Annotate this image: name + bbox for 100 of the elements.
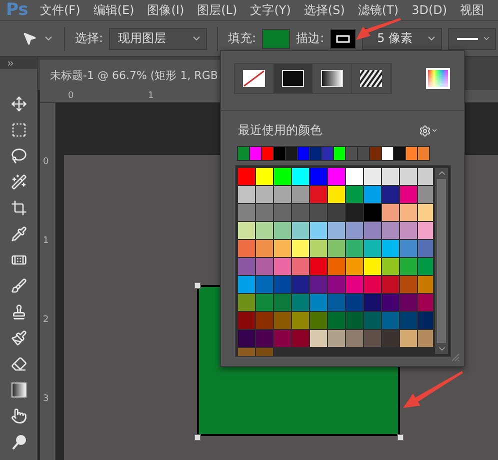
recent-color-swatch[interactable] xyxy=(310,147,321,160)
color-swatch[interactable] xyxy=(346,204,363,221)
color-swatch[interactable] xyxy=(256,312,273,329)
resize-grip-icon[interactable] xyxy=(451,353,460,362)
menu-item[interactable]: 文字(Y) xyxy=(250,2,291,18)
color-swatch[interactable] xyxy=(382,168,399,185)
menu-item[interactable]: 编辑(E) xyxy=(93,2,134,18)
stroke-swatch[interactable] xyxy=(330,28,356,48)
menu-item[interactable]: 文件(F) xyxy=(40,2,80,18)
color-swatch[interactable] xyxy=(274,240,291,257)
menu-item[interactable]: 视图 xyxy=(460,2,484,18)
color-swatch[interactable] xyxy=(238,258,255,275)
expand-icon[interactable] xyxy=(6,58,15,68)
color-swatch[interactable] xyxy=(382,222,399,239)
color-swatch[interactable] xyxy=(400,240,417,257)
stroke-width-dropdown[interactable]: 5 像素 xyxy=(362,28,442,50)
recent-color-swatch[interactable] xyxy=(262,147,273,160)
menu-item[interactable]: 图像(I) xyxy=(147,2,184,18)
recent-color-swatch[interactable] xyxy=(394,147,405,160)
color-swatch[interactable] xyxy=(238,294,255,311)
color-swatch[interactable] xyxy=(400,294,417,311)
color-swatch[interactable] xyxy=(418,204,434,221)
color-swatch[interactable] xyxy=(328,258,345,275)
color-swatch[interactable] xyxy=(238,186,255,203)
color-swatch[interactable] xyxy=(256,294,273,311)
color-swatch[interactable] xyxy=(364,294,381,311)
recent-color-swatch[interactable] xyxy=(382,147,393,160)
recent-color-swatch[interactable] xyxy=(358,147,369,160)
color-swatch[interactable] xyxy=(328,186,345,203)
color-swatch[interactable] xyxy=(400,186,417,203)
color-picker-button[interactable] xyxy=(426,68,450,89)
color-swatch[interactable] xyxy=(364,204,381,221)
fill-type-button[interactable] xyxy=(235,64,274,93)
color-swatch[interactable] xyxy=(346,312,363,329)
color-swatch[interactable] xyxy=(292,240,309,257)
color-swatch[interactable] xyxy=(256,258,273,275)
color-swatch[interactable] xyxy=(328,330,345,347)
color-swatch[interactable] xyxy=(328,240,345,257)
color-swatch[interactable] xyxy=(256,222,273,239)
recent-color-swatch[interactable] xyxy=(418,147,429,160)
color-swatch[interactable] xyxy=(400,276,417,293)
menu-item[interactable]: 选择(S) xyxy=(304,2,345,18)
color-swatch[interactable] xyxy=(400,204,417,221)
recent-color-swatch[interactable] xyxy=(334,147,345,160)
color-swatch[interactable] xyxy=(328,312,345,329)
color-swatch[interactable] xyxy=(238,312,255,329)
fill-type-button[interactable] xyxy=(274,64,313,93)
color-swatch[interactable] xyxy=(274,312,291,329)
color-swatch[interactable] xyxy=(418,258,434,275)
color-swatch[interactable] xyxy=(310,258,327,275)
color-swatch[interactable] xyxy=(256,276,273,293)
recent-color-swatch[interactable] xyxy=(250,147,261,160)
color-swatch[interactable] xyxy=(238,204,255,221)
color-swatch[interactable] xyxy=(292,330,309,347)
color-swatch[interactable] xyxy=(256,168,273,185)
color-swatch[interactable] xyxy=(382,312,399,329)
transform-handle[interactable] xyxy=(194,434,201,441)
recent-color-swatch[interactable] xyxy=(322,147,333,160)
color-swatch[interactable] xyxy=(274,258,291,275)
color-swatch[interactable] xyxy=(310,240,327,257)
color-swatch[interactable] xyxy=(238,330,255,347)
line-style-dropdown[interactable] xyxy=(448,28,496,50)
color-swatch[interactable] xyxy=(346,168,363,185)
color-swatch[interactable] xyxy=(382,204,399,221)
color-swatch[interactable] xyxy=(256,186,273,203)
fill-swatch[interactable] xyxy=(262,28,290,48)
color-swatch[interactable] xyxy=(346,186,363,203)
color-swatch[interactable] xyxy=(238,240,255,257)
color-swatch[interactable] xyxy=(274,294,291,311)
color-swatch[interactable] xyxy=(364,330,381,347)
color-swatch[interactable] xyxy=(418,240,434,257)
color-swatch[interactable] xyxy=(274,330,291,347)
layer-dropdown[interactable]: 现用图层 xyxy=(109,28,208,50)
color-swatch[interactable] xyxy=(274,276,291,293)
color-swatch[interactable] xyxy=(346,240,363,257)
color-swatch[interactable] xyxy=(310,222,327,239)
color-swatch[interactable] xyxy=(292,312,309,329)
transform-handle[interactable] xyxy=(397,434,404,441)
color-swatch[interactable] xyxy=(400,312,417,329)
color-swatch[interactable] xyxy=(292,294,309,311)
color-swatch[interactable] xyxy=(364,276,381,293)
color-swatch[interactable] xyxy=(346,276,363,293)
color-swatch[interactable] xyxy=(382,186,399,203)
color-swatch[interactable] xyxy=(346,222,363,239)
color-swatch[interactable] xyxy=(346,258,363,275)
color-swatch[interactable] xyxy=(382,258,399,275)
color-swatch[interactable] xyxy=(310,312,327,329)
color-swatch[interactable] xyxy=(238,222,255,239)
color-swatch[interactable] xyxy=(328,222,345,239)
color-swatch[interactable] xyxy=(310,204,327,221)
recent-color-swatch[interactable] xyxy=(370,147,381,160)
color-swatch[interactable] xyxy=(364,186,381,203)
recent-color-swatch[interactable] xyxy=(286,147,297,160)
settings-icon[interactable] xyxy=(419,124,438,136)
menu-item[interactable]: 图层(L) xyxy=(197,2,238,18)
color-swatch[interactable] xyxy=(274,222,291,239)
color-swatch[interactable] xyxy=(400,168,417,185)
pointer-icon[interactable] xyxy=(22,31,37,46)
color-swatch[interactable] xyxy=(364,258,381,275)
color-swatch[interactable] xyxy=(310,186,327,203)
